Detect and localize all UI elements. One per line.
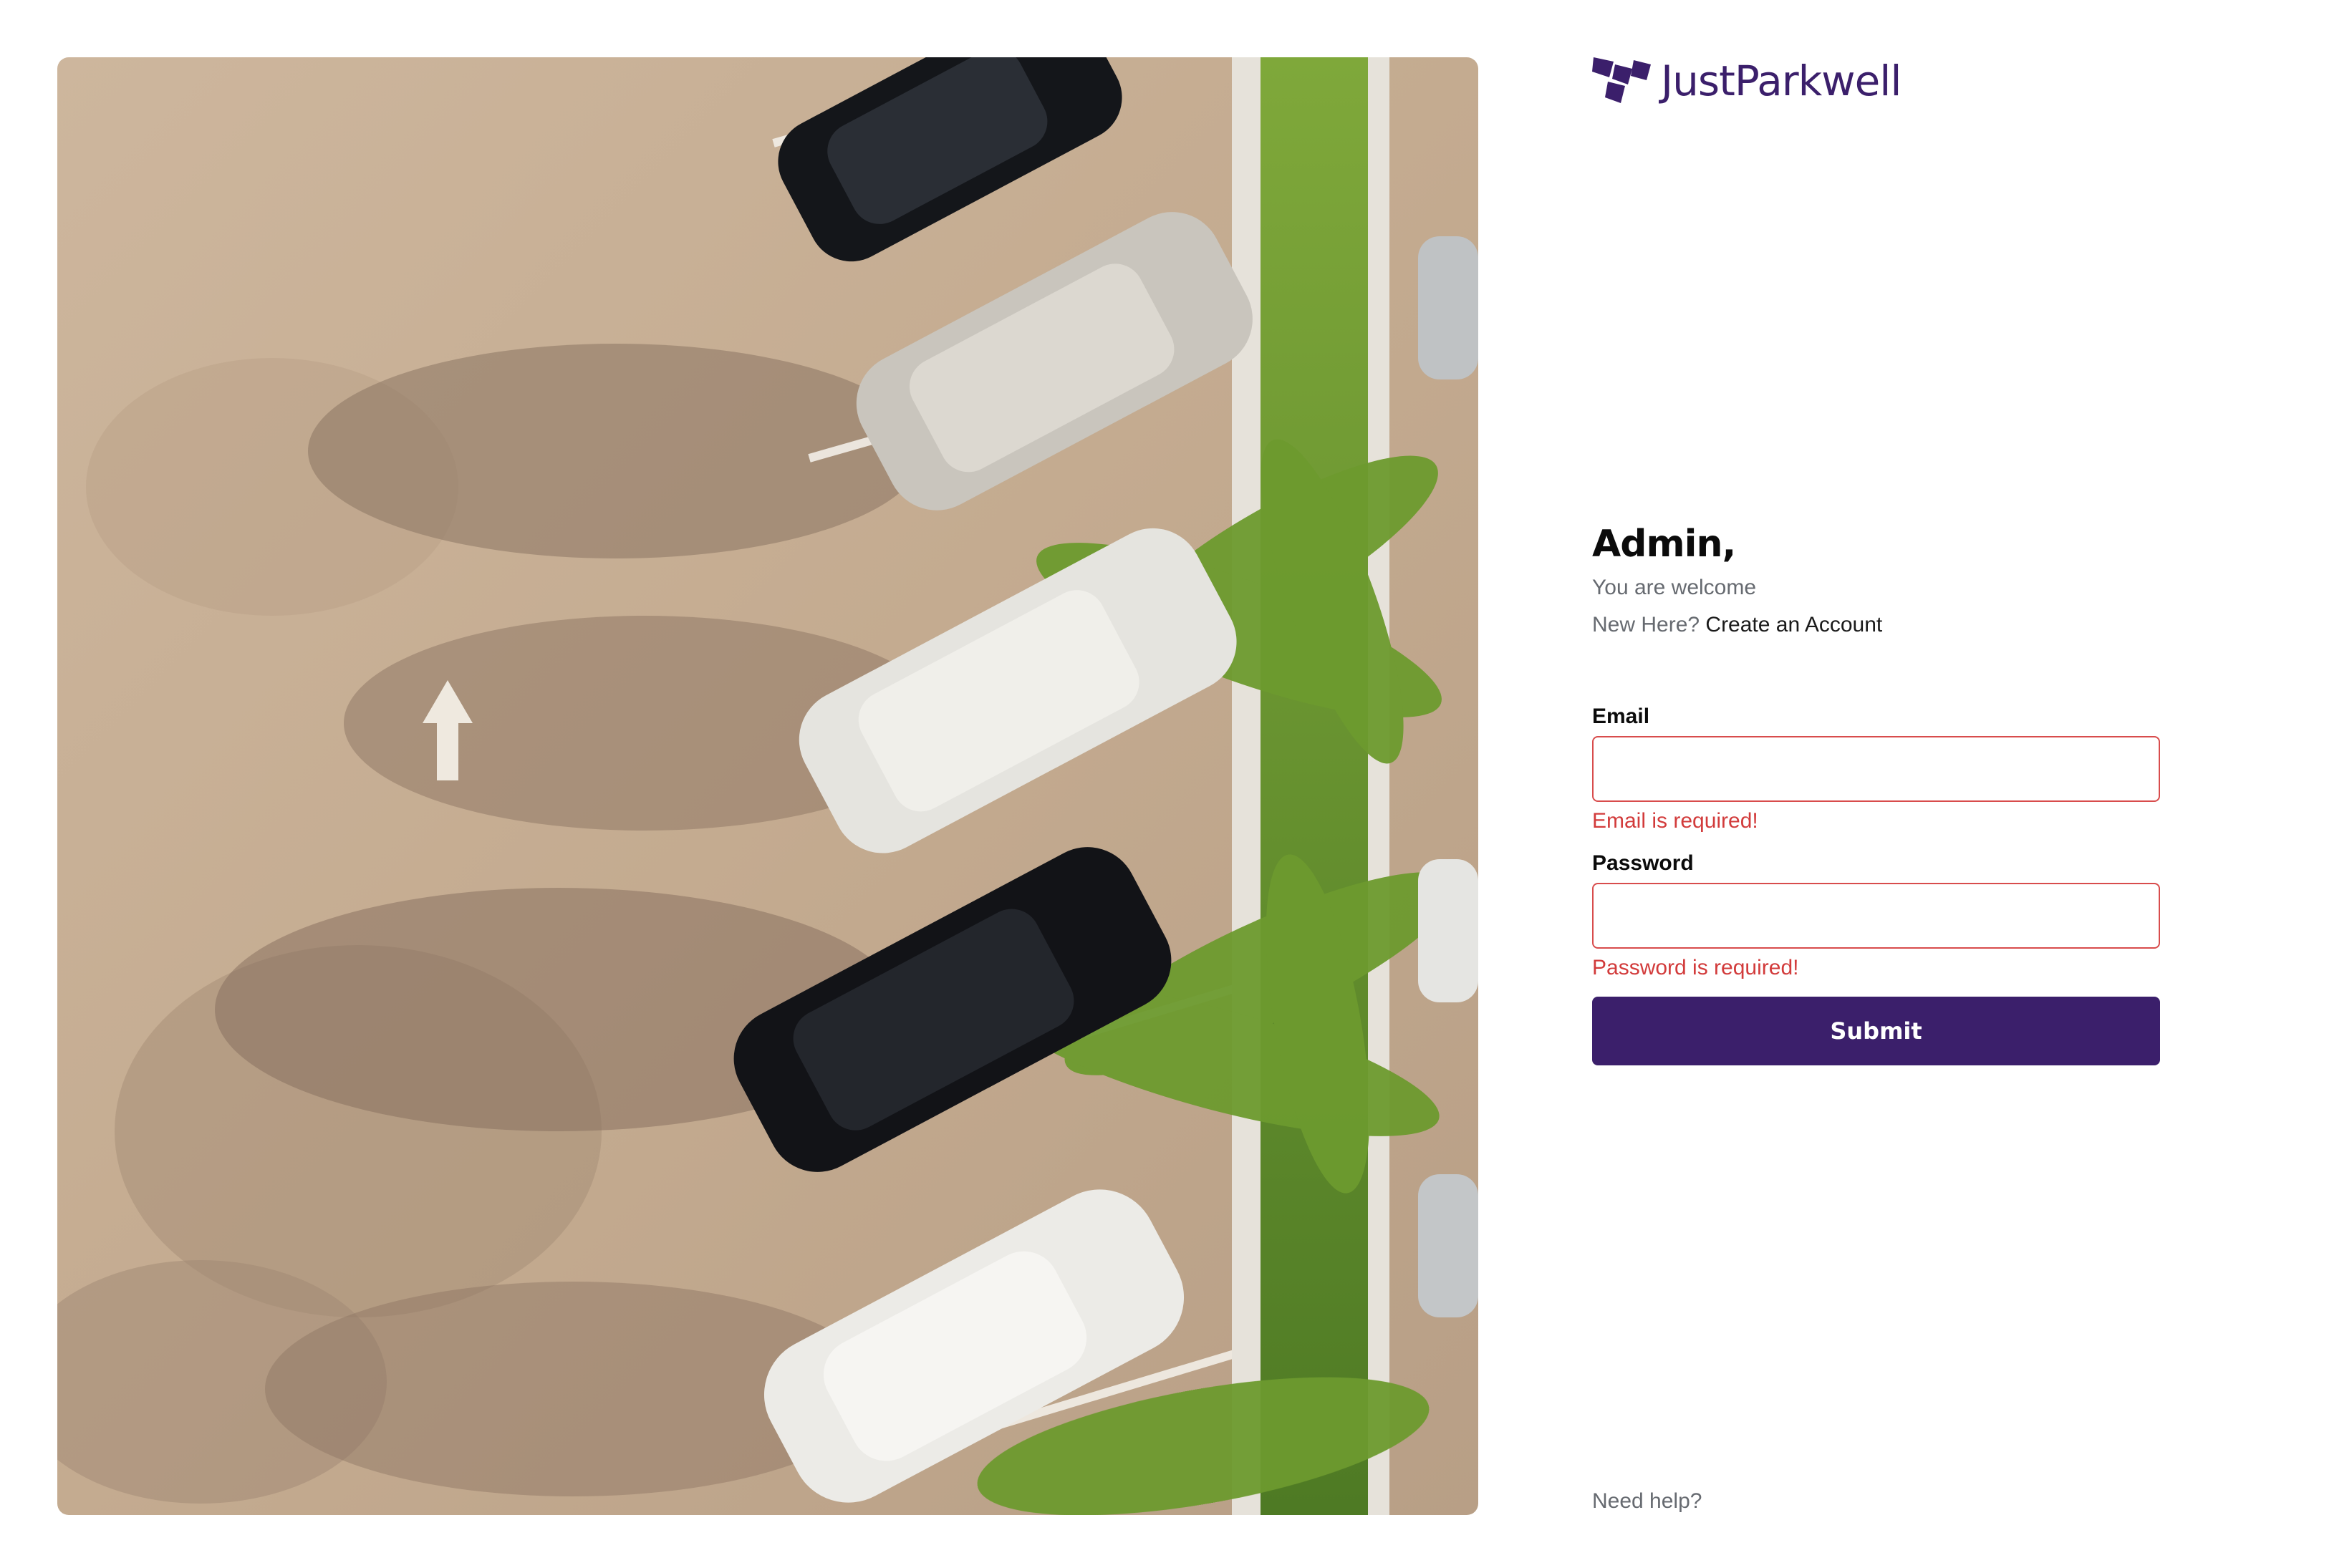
submit-button[interactable]: Submit [1592, 997, 2160, 1065]
signup-prompt-line: New Here? Create an Account [1592, 613, 1882, 637]
brand-name: JustParkwell [1661, 57, 1902, 105]
page-title: Admin, [1592, 523, 1736, 566]
password-field-group: Password Password is required! [1592, 851, 2160, 980]
brand-logo[interactable]: JustParkwell [1592, 56, 1902, 106]
email-input[interactable] [1592, 736, 2160, 802]
password-error: Password is required! [1592, 956, 1799, 979]
greeting: Admin, You are welcome New Here? Create … [1592, 523, 1882, 637]
email-label: Email [1592, 705, 1650, 728]
signup-prompt: New Here? [1592, 613, 1700, 637]
email-field-group: Email Email is required! [1592, 705, 2160, 833]
create-account-link[interactable]: Create an Account [1705, 613, 1882, 637]
need-help-link[interactable]: Need help? [1592, 1489, 1702, 1514]
password-label: Password [1592, 851, 1694, 875]
hero-image [57, 57, 1478, 1515]
password-input[interactable] [1592, 883, 2160, 949]
logo-icon [1592, 57, 1651, 103]
email-error: Email is required! [1592, 809, 1758, 833]
welcome-subtitle: You are welcome [1592, 576, 1757, 599]
